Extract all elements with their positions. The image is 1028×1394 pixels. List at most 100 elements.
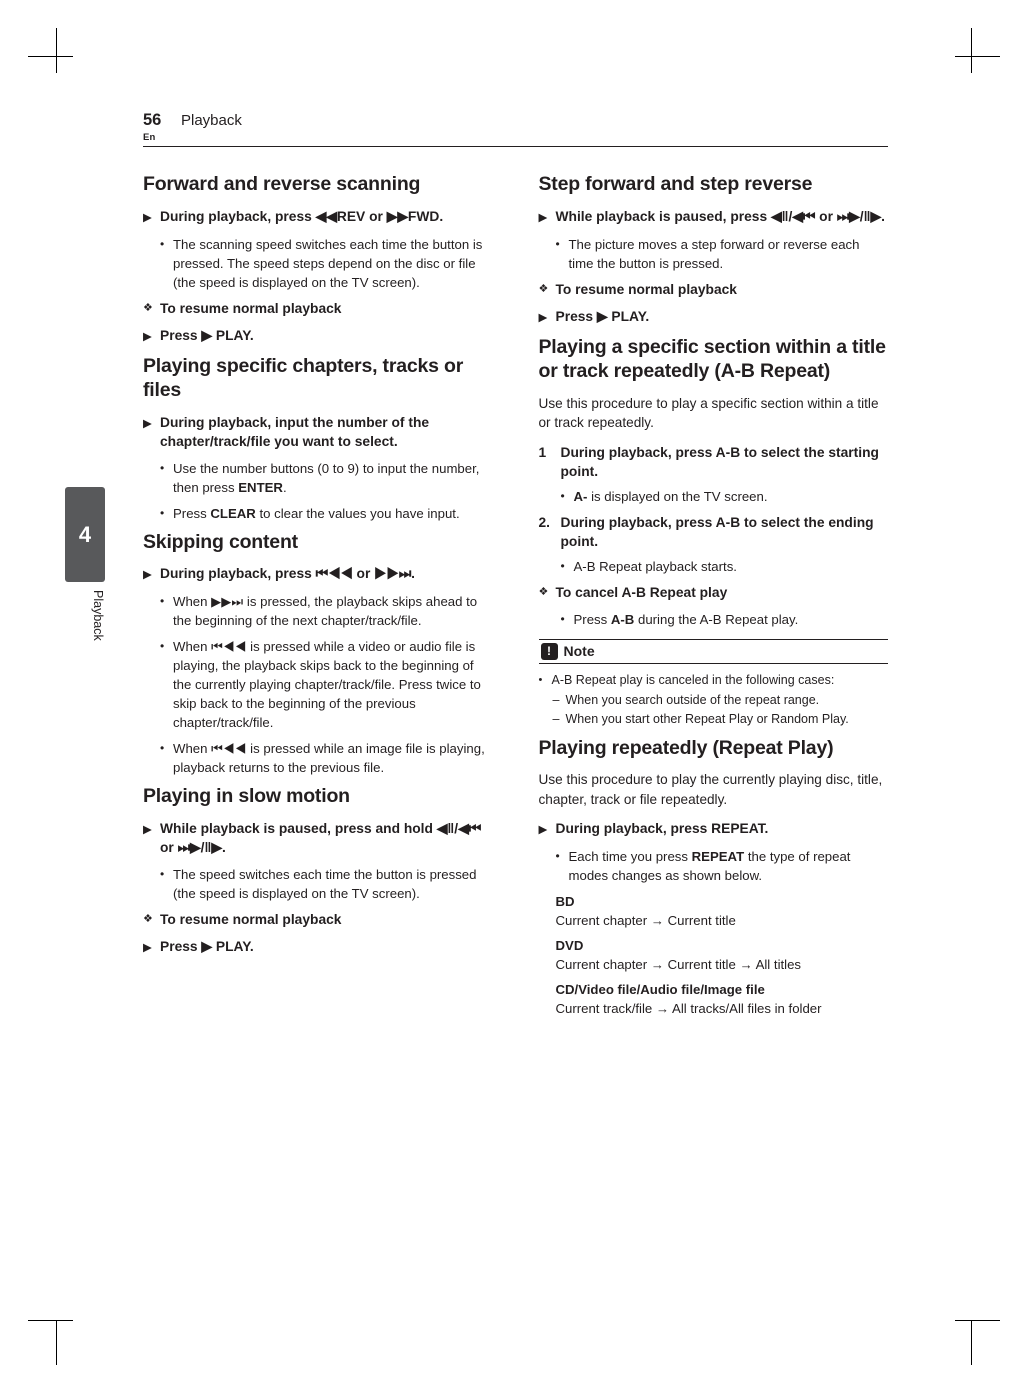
page-number: 56	[143, 111, 162, 129]
detail-skip-back: • When ⏮◀◀ is pressed while a video or a…	[143, 637, 493, 732]
detail-press-ab-cancel: • Press A-B during the A-B Repeat play.	[539, 610, 889, 629]
heading-step-forward-reverse: Step forward and step reverse	[538, 173, 813, 195]
detail-text: The speed switches each time the button …	[173, 866, 477, 901]
page-columns: Forward and reverse scanning ▶ During pl…	[143, 172, 888, 1024]
round-bullet-icon: •	[560, 611, 565, 626]
chapter-tab: 4	[65, 487, 105, 582]
note-text: A-B Repeat play is canceled in the follo…	[551, 672, 835, 687]
subheading-text: To resume normal playback	[555, 281, 737, 297]
instruction-text: Press ▶ PLAY.	[160, 327, 254, 343]
step-text: During playback, press A-B to select the…	[560, 514, 874, 549]
paragraph-repeat-play-intro: Use this procedure to play the currently…	[538, 772, 883, 807]
note-title: Note	[563, 643, 595, 659]
diamond-bullet-icon: ❖	[143, 301, 153, 314]
round-bullet-icon: •	[560, 558, 565, 573]
detail-repeat-modes: • Each time you press REPEAT the type of…	[539, 847, 889, 885]
detail-text: Use the number buttons (0 to 9) to input…	[173, 459, 493, 497]
subheading-resume-normal-playback-1: ❖ To resume normal playback	[143, 299, 493, 318]
step-1-ab-start: 1 During playback, press A-B to select t…	[539, 443, 889, 481]
instruction-press-play-2: ▶ Press ▶ PLAY.	[143, 937, 493, 957]
detail-text-part1: Use the number buttons (0 to 9) to input…	[173, 460, 480, 495]
diamond-bullet-icon: ❖	[143, 912, 153, 925]
repeat-mode-bd: BD Current chapter → Current title	[539, 892, 889, 930]
detail-slow-speed: • The speed switches each time the butto…	[143, 865, 493, 903]
detail-number-buttons: • Use the number buttons (0 to 9) to inp…	[143, 459, 493, 497]
manual-page: 56 Playback En 4 Playback Forward and re…	[0, 0, 1028, 1394]
arrow-bullet-icon: ▶	[143, 567, 152, 581]
note-box: ! Note • A-B Repeat play is canceled in …	[538, 638, 889, 728]
round-bullet-icon: •	[160, 236, 165, 251]
mode-label: BD	[555, 894, 575, 909]
left-column: Forward and reverse scanning ▶ During pl…	[143, 172, 493, 1024]
subheading-resume-normal-playback-2: ❖ To resume normal playback	[143, 910, 493, 929]
detail-text: Press A-B during the A-B Repeat play.	[574, 610, 889, 629]
instruction-text: During playback, press ◀◀REV or ▶▶FWD.	[160, 208, 444, 224]
mode-label: DVD	[555, 938, 584, 953]
repeat-mode-cd-files: CD/Video file/Audio file/Image file Curr…	[539, 980, 889, 1018]
detail-text-part1: Press	[573, 611, 611, 627]
key-ab: A-B	[610, 611, 635, 627]
round-bullet-icon: •	[160, 460, 165, 475]
crop-mark-top-left-h	[28, 56, 73, 57]
crop-mark-bottom-right-h	[955, 1320, 1000, 1321]
instruction-skip-press: ▶ During playback, press ⏮◀◀ or ▶▶⏭.	[143, 564, 493, 584]
arrow-bullet-icon: ▶	[143, 328, 152, 343]
heading-forward-reverse-scanning: Forward and reverse scanning	[143, 173, 421, 195]
arrow-bullet-icon: ▶	[143, 821, 152, 836]
note-text: When you start other Repeat Play or Rand…	[565, 711, 849, 726]
heading-ab-repeat: Playing a specific section within a titl…	[538, 335, 886, 383]
note-dash-search-outside: – When you search outside of the repeat …	[539, 691, 889, 709]
crop-mark-top-right-h	[955, 56, 1000, 57]
round-bullet-icon: •	[555, 236, 560, 251]
arrow-bullet-icon: ▶	[538, 309, 548, 324]
instruction-scan-press: ▶ During playback, press ◀◀REV or ▶▶FWD.	[143, 207, 493, 227]
page-header: 56 Playback En	[143, 111, 888, 144]
diamond-bullet-icon: ❖	[538, 282, 549, 295]
detail-text-part3: .	[282, 479, 287, 495]
instruction-text: While playback is paused, press and hold…	[160, 820, 482, 855]
diamond-bullet-icon: ❖	[538, 585, 549, 598]
note-text: When you search outside of the repeat ra…	[565, 692, 820, 707]
round-bullet-icon: •	[560, 488, 565, 503]
step-number: 2.	[538, 514, 551, 530]
round-bullet-icon: •	[555, 849, 560, 863]
header-section-title: Playback	[181, 112, 242, 129]
chapter-number: 4	[78, 521, 92, 547]
step-2-ab-end: 2. During playback, press A-B to select …	[539, 513, 889, 551]
detail-text: When ⏮◀◀ is pressed while a video or aud…	[173, 639, 481, 730]
detail-text: Press CLEAR to clear the values you have…	[173, 504, 493, 523]
header-divider	[143, 146, 888, 148]
arrow-bullet-icon: ▶	[143, 415, 152, 430]
dash-bullet-icon: –	[552, 692, 560, 707]
detail-text: The picture moves a step forward or reve…	[568, 236, 860, 271]
detail-text-part1: Each time you press	[568, 849, 692, 864]
round-bullet-icon: •	[160, 741, 165, 755]
step-text: During playback, press A-B to select the…	[560, 444, 879, 479]
subheading-text: To resume normal playback	[160, 911, 342, 927]
instruction-press-play-1: ▶ Press ▶ PLAY.	[143, 326, 493, 346]
detail-text-part1: Press	[173, 505, 211, 521]
crop-mark-bottom-right-v	[971, 1320, 972, 1365]
dash-bullet-icon: –	[552, 711, 560, 726]
detail-ab-starts: • A-B Repeat playback starts.	[539, 557, 889, 576]
step-number: 1	[538, 444, 547, 460]
round-bullet-icon: •	[160, 639, 165, 653]
instruction-text: Press ▶ PLAY.	[160, 938, 254, 954]
detail-text: Each time you press REPEAT the type of r…	[569, 847, 889, 885]
repeat-mode-dvd: DVD Current chapter → Current title → Al…	[539, 936, 889, 974]
subheading-text: To resume normal playback	[160, 300, 342, 316]
arrow-bullet-icon: ▶	[143, 939, 152, 954]
instruction-input-number: ▶ During playback, input the number of t…	[143, 413, 493, 451]
crop-mark-bottom-left-h	[28, 1320, 73, 1321]
round-bullet-icon: •	[538, 673, 543, 686]
mode-label: CD/Video file/Audio file/Image file	[555, 982, 765, 997]
instruction-step-press: ▶ While playback is paused, press ◀‖/◀⏮ …	[539, 207, 889, 227]
instruction-slow-motion: ▶ While playback is paused, press and ho…	[143, 819, 493, 857]
round-bullet-icon: •	[160, 594, 165, 608]
exclamation-icon: !	[540, 642, 558, 660]
round-bullet-icon: •	[160, 505, 165, 520]
subheading-text: To cancel A-B Repeat play	[555, 584, 728, 600]
instruction-press-play-3: ▶ Press ▶ PLAY.	[539, 307, 889, 327]
right-column: Step forward and step reverse ▶ While pl…	[538, 172, 889, 1024]
language-tag: En	[143, 132, 156, 143]
